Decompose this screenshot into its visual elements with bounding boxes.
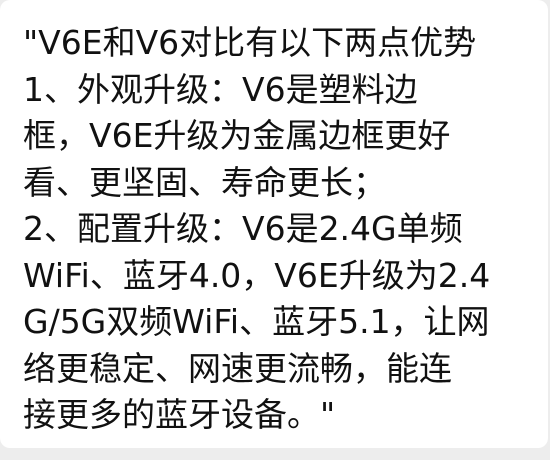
message-line: 2、配置升级：V6是2.4G单频: [23, 209, 463, 248]
message-line: 接更多的蓝牙设备。": [23, 395, 336, 434]
message-bubble[interactable]: "V6E和V6对比有以下两点优势 1、外观升级：V6是塑料边 框，V6E升级为金…: [0, 0, 548, 448]
message-line: WiFi、蓝牙4.0，V6E升级为2.4: [23, 255, 491, 295]
message-line: 络更稳定、网速更流畅，能连: [23, 348, 452, 388]
message-line: "V6E和V6对比有以下两点优势: [23, 23, 477, 62]
message-line: 框，V6E升级为金属边框更好: [23, 116, 451, 155]
message-text: "V6E和V6对比有以下两点优势 1、外观升级：V6是塑料边 框，V6E升级为金…: [23, 20, 528, 439]
message-line: 1、外观升级：V6是塑料边: [23, 69, 418, 109]
message-line: G/5G双频WiFi、蓝牙5.1，让网: [23, 302, 490, 341]
message-line: 看、更坚固、寿命更长；: [23, 162, 386, 202]
